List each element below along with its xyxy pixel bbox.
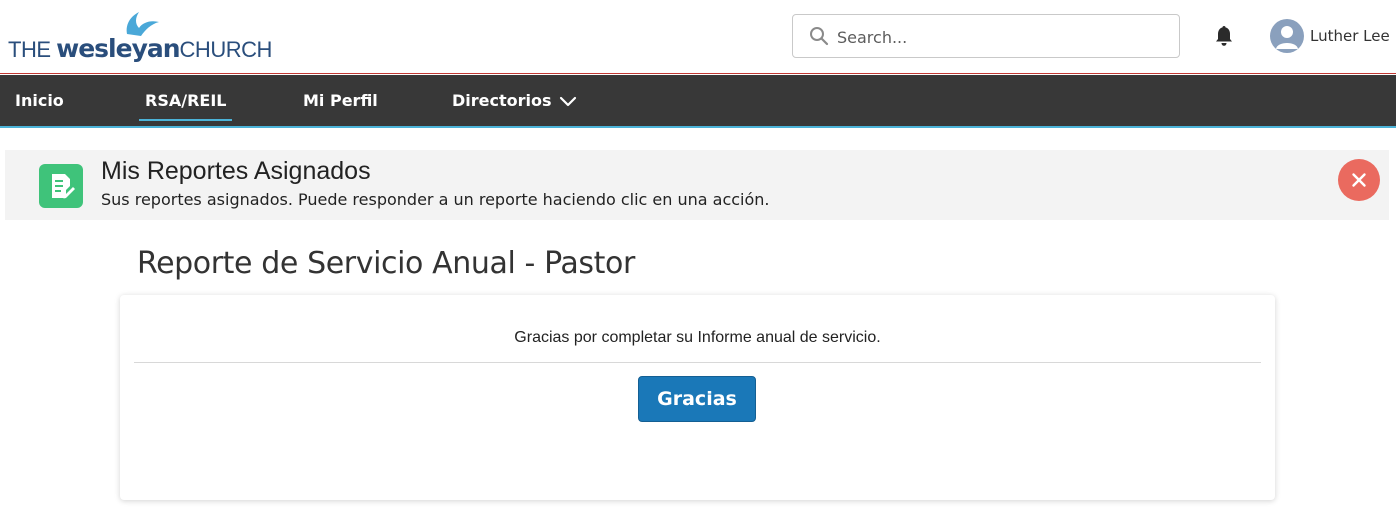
wesleyan-church-logo[interactable]: THE wesleyanCHURCH — [8, 10, 272, 66]
user-avatar-icon[interactable] — [1270, 19, 1304, 53]
user-name[interactable]: Luther Lee — [1310, 27, 1390, 45]
logo-wordmark: THE wesleyanCHURCH — [8, 34, 272, 63]
banner-subtitle: Sus reportes asignados. Puede responder … — [101, 190, 770, 209]
bell-icon[interactable] — [1212, 24, 1236, 48]
report-icon — [39, 164, 83, 208]
assigned-reports-banner: Mis Reportes Asignados Sus reportes asig… — [5, 150, 1389, 220]
nav-item-directorios-label: Directorios — [452, 91, 552, 110]
user-silhouette-icon — [1276, 26, 1298, 49]
search-input[interactable] — [837, 23, 1157, 51]
logo-the: THE — [8, 37, 57, 62]
chevron-down-icon — [559, 96, 576, 106]
search-icon — [810, 27, 829, 46]
main-nav: Inicio RSA/REIL Mi Perfil Directorios — [0, 75, 1396, 128]
close-icon — [1352, 173, 1366, 187]
close-button[interactable] — [1338, 159, 1380, 201]
flame-logo-icon — [126, 12, 159, 36]
nav-item-rsa-reil[interactable]: RSA/REIL — [138, 91, 233, 121]
confirmation-card: Gracias por completar su Informe anual d… — [120, 295, 1275, 500]
nav-item-directorios[interactable]: Directorios — [452, 91, 578, 110]
gracias-button[interactable]: Gracias — [638, 376, 756, 422]
divider — [134, 362, 1261, 363]
banner-title: Mis Reportes Asignados — [101, 157, 371, 185]
nav-item-inicio[interactable]: Inicio — [15, 91, 64, 110]
page-title: Reporte de Servicio Anual - Pastor — [137, 246, 635, 281]
search-box[interactable] — [792, 14, 1180, 58]
confirmation-message: Gracias por completar su Informe anual d… — [514, 329, 881, 346]
top-header: THE wesleyanCHURCH Luther Lee — [0, 0, 1396, 74]
nav-item-mi-perfil[interactable]: Mi Perfil — [303, 91, 378, 110]
logo-church: CHURCH — [179, 37, 273, 62]
logo-wesleyan: wesleyan — [56, 34, 180, 63]
